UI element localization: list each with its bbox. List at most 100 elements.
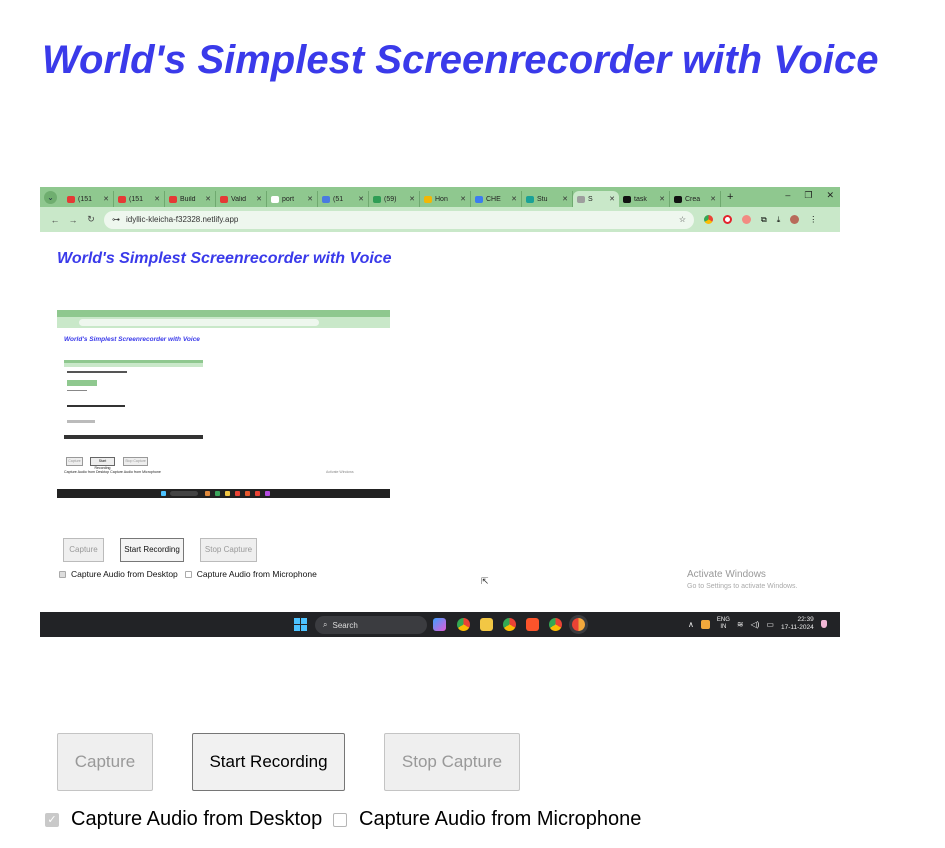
- preview-audio-options: Capture Audio from Desktop Capture Audio…: [59, 569, 317, 579]
- tab-close-icon[interactable]: ✕: [562, 195, 568, 203]
- browser-tab[interactable]: task ✕: [619, 191, 670, 207]
- browser-tab[interactable]: Build ✕: [165, 191, 216, 207]
- browser-tab[interactable]: CHE ✕: [471, 191, 522, 207]
- browser-tab[interactable]: (59) ✕: [369, 191, 420, 207]
- profile-avatar[interactable]: [790, 215, 800, 224]
- tab-close-icon[interactable]: ✕: [205, 195, 211, 203]
- tab-close-icon[interactable]: ✕: [358, 195, 364, 203]
- tab-label: S: [588, 195, 593, 203]
- menu-dots-icon[interactable]: ⋮: [809, 215, 817, 224]
- preview-start-recording-button: Start Recording: [120, 538, 184, 562]
- file-explorer-icon[interactable]: [480, 618, 493, 631]
- url-input[interactable]: ⊶ idyllic-kleicha-f32328.netlify.app ☆: [104, 210, 694, 229]
- chrome-alt-icon[interactable]: [549, 618, 562, 631]
- preview-stop-capture-button: Stop Capture: [200, 538, 257, 562]
- nested-activate-watermark: Activate Windows: [326, 470, 354, 474]
- activate-windows-title: Activate Windows: [687, 569, 766, 580]
- desktop-audio-label: Capture Audio from Desktop: [71, 808, 323, 830]
- opera-extension-icon[interactable]: [723, 215, 732, 224]
- close-icon[interactable]: ✕: [826, 190, 834, 201]
- chrome-extension-icon[interactable]: [704, 215, 713, 224]
- browser-tab-active[interactable]: S ✕: [573, 191, 619, 207]
- minimize-icon[interactable]: –: [785, 190, 790, 201]
- browser-tab[interactable]: (51 ✕: [318, 191, 369, 207]
- nested-nested-preview: [64, 360, 203, 439]
- browser-tab[interactable]: Hon ✕: [420, 191, 471, 207]
- tab-close-icon[interactable]: ✕: [511, 195, 517, 203]
- tab-favicon-icon: [623, 195, 631, 203]
- tab-label: (51: [333, 195, 344, 203]
- preview-desktop-checkbox: [59, 570, 66, 578]
- tab-close-icon[interactable]: ✕: [409, 195, 415, 203]
- capture-button[interactable]: Capture: [57, 733, 153, 791]
- brave-icon[interactable]: [526, 618, 539, 631]
- tab-favicon-icon: [322, 195, 330, 203]
- copilot-icon[interactable]: [433, 618, 446, 631]
- nested-taskbar: [57, 489, 390, 498]
- browser-tab[interactable]: port ✕: [267, 191, 318, 207]
- chrome-icon[interactable]: [457, 618, 470, 631]
- start-recording-button[interactable]: Start Recording: [192, 733, 345, 791]
- volume-icon[interactable]: ◁): [751, 620, 760, 629]
- language-indicator[interactable]: ENG IN: [717, 617, 730, 631]
- bookmark-star-icon[interactable]: ☆: [679, 215, 686, 224]
- nested-title: World's Simplest Screenrecorder with Voi…: [64, 336, 200, 343]
- desktop-audio-checkbox[interactable]: ✓: [45, 812, 59, 827]
- tab-favicon-icon: [373, 195, 381, 203]
- tab-close-icon[interactable]: ✕: [659, 195, 665, 203]
- wifi-icon[interactable]: ≋: [737, 620, 744, 629]
- tray-overflow-icon[interactable]: ∧: [688, 620, 694, 629]
- search-icon: ⌕: [323, 620, 328, 629]
- back-icon[interactable]: ←: [46, 215, 64, 225]
- chrome-canary-icon[interactable]: [572, 618, 585, 631]
- tab-label: (151: [78, 195, 93, 203]
- tab-favicon-icon: [577, 195, 585, 203]
- tab-search-icon[interactable]: ⌄: [44, 190, 57, 204]
- mouse-cursor-icon: ⇱: [481, 576, 489, 586]
- tab-label: CHE: [486, 195, 501, 203]
- mic-audio-checkbox[interactable]: [333, 812, 347, 827]
- browser-tab[interactable]: Stu ✕: [522, 191, 573, 207]
- extensions-puzzle-icon[interactable]: ⧉: [761, 215, 767, 225]
- mic-audio-option[interactable]: Capture Audio from Microphone: [333, 808, 641, 831]
- browser-tab[interactable]: Valid ✕: [216, 191, 267, 207]
- tab-favicon-icon: [220, 195, 228, 203]
- browser-tab[interactable]: (151 ✕: [63, 191, 114, 207]
- tab-label: Valid: [231, 195, 247, 203]
- tab-close-icon[interactable]: ✕: [103, 195, 109, 203]
- tab-favicon-icon: [67, 195, 75, 203]
- tab-favicon-icon: [475, 195, 483, 203]
- reload-icon[interactable]: ↻: [82, 214, 100, 225]
- site-info-icon[interactable]: ⊶: [112, 215, 120, 224]
- chrome-profile-icon[interactable]: [503, 618, 516, 631]
- stop-capture-button[interactable]: Stop Capture: [384, 733, 520, 791]
- forward-icon[interactable]: →: [64, 215, 82, 225]
- battery-icon[interactable]: ▭: [766, 620, 774, 629]
- tab-close-icon[interactable]: ✕: [256, 195, 262, 203]
- tab-close-icon[interactable]: ✕: [710, 195, 716, 203]
- new-tab-button[interactable]: +: [727, 191, 733, 203]
- red-extension-icon[interactable]: [742, 215, 751, 224]
- tab-close-icon[interactable]: ✕: [307, 195, 313, 203]
- nested-start-button: Start Recording: [90, 457, 115, 470]
- desktop-audio-option[interactable]: ✓ Capture Audio from Desktop: [45, 808, 322, 831]
- tab-close-icon[interactable]: ✕: [154, 195, 160, 203]
- notification-bell-icon[interactable]: [820, 620, 827, 628]
- tab-label: (151: [129, 195, 144, 203]
- window-controls: – ❐ ✕: [785, 190, 834, 201]
- activate-windows-subtitle: Go to Settings to activate Windows.: [687, 583, 798, 590]
- windows-start-icon[interactable]: [294, 618, 307, 631]
- download-icon[interactable]: ⤓: [777, 215, 781, 225]
- tab-close-icon[interactable]: ✕: [460, 195, 466, 203]
- taskbar-search-box[interactable]: ⌕ Search: [315, 616, 427, 634]
- preview-page-title: World's Simplest Screenrecorder with Voi…: [57, 250, 392, 267]
- restore-icon[interactable]: ❐: [804, 190, 812, 201]
- browser-tab[interactable]: (151 ✕: [114, 191, 165, 207]
- tab-close-icon[interactable]: ✕: [609, 195, 615, 203]
- nested-capture-button: Capture: [66, 457, 83, 466]
- browser-tab[interactable]: Crea ✕: [670, 191, 721, 207]
- taskbar-clock[interactable]: 22:39 17-11-2024: [781, 616, 814, 632]
- tray-app-icon[interactable]: [700, 619, 710, 629]
- tab-label: (59): [384, 195, 397, 203]
- tab-favicon-icon: [118, 195, 126, 203]
